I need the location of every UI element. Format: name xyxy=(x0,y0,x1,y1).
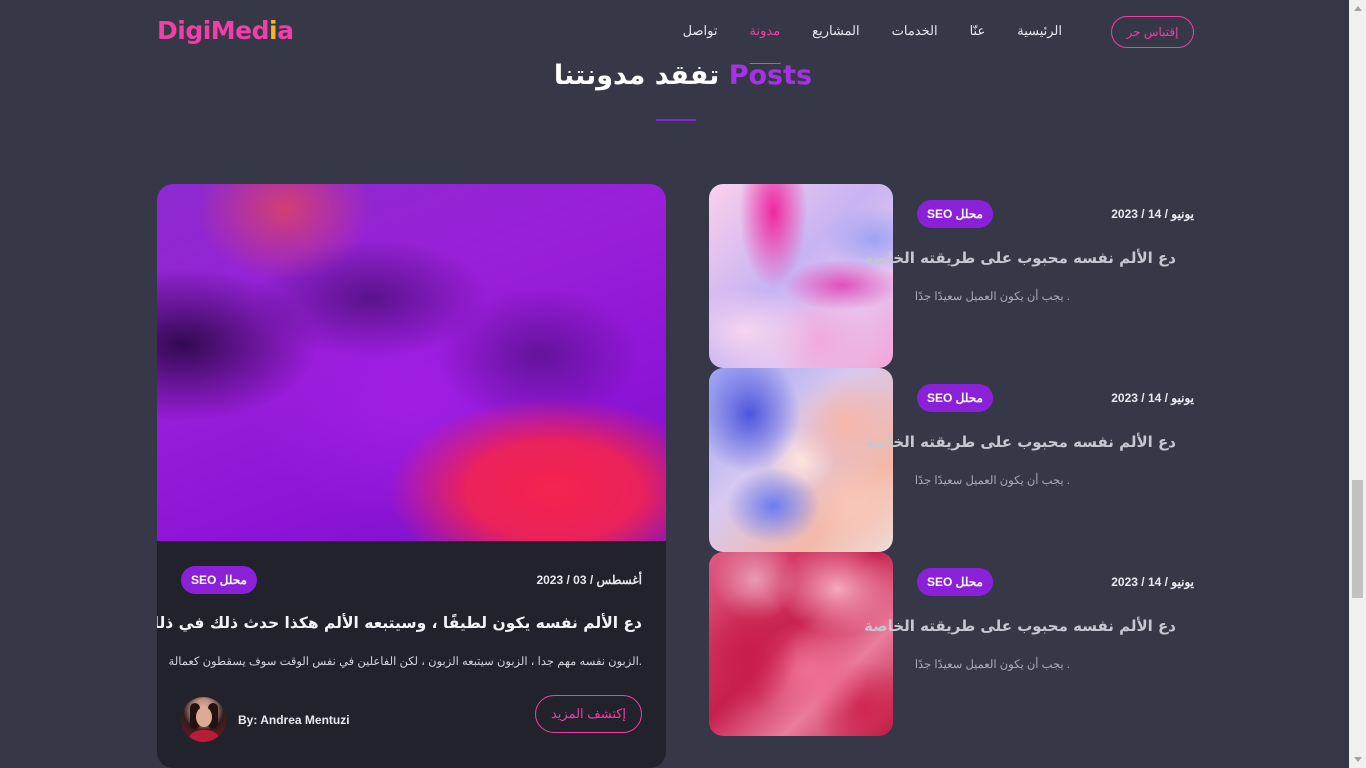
nav-item-home[interactable]: الرئيسية xyxy=(1017,0,1062,64)
featured-post-title[interactable]: دع الألم نفسه يكون لطيفًا ، وسيتبعه الأل… xyxy=(157,611,642,635)
brand-logo[interactable]: DigiMedia xyxy=(157,16,294,45)
site-header: DigiMedia الرئيسية عنّا الخدمات المشاريع… xyxy=(0,0,1366,64)
post-title[interactable]: دع الألم نفسه محبوب على طريقته الخاصة xyxy=(864,614,1176,638)
featured-meta-row: أغسطس / 03 / 2023 محلل SEO xyxy=(181,566,642,594)
scroll-down-arrow-icon[interactable] xyxy=(1349,751,1366,768)
author-name: By: Andrea Mentuzi xyxy=(238,712,350,727)
post-description: . يجب أن يكون العميل سعيدًا جدًا xyxy=(914,659,1070,671)
post-meta-row: يونيو / 14 / 2023 محلل SEO xyxy=(917,568,1194,596)
free-quote-button[interactable]: إقتباس حر xyxy=(1111,16,1194,48)
category-badge[interactable]: محلل SEO xyxy=(181,566,257,594)
post-description: . يجب أن يكون العميل سعيدًا جدًا xyxy=(914,291,1070,303)
post-meta-row: يونيو / 14 / 2023 محلل SEO xyxy=(917,384,1194,412)
section-title: Posts تفقد مدونتنا xyxy=(0,60,1366,91)
featured-post-description: .الزبون نفسه مهم جدا ، الزبون سيتبعه الز… xyxy=(168,656,642,668)
post-image[interactable] xyxy=(709,184,893,368)
post-date: يونيو / 14 / 2023 xyxy=(1111,575,1194,589)
nav-item-contact[interactable]: تواصل xyxy=(683,0,718,64)
avatar xyxy=(181,697,226,742)
logo-accent-letter: i xyxy=(269,16,278,45)
post-item: يونيو / 14 / 2023 محلل SEO دع الألم نفسه… xyxy=(709,184,1194,368)
nav-item-projects[interactable]: المشاريع xyxy=(812,0,859,64)
post-date: يونيو / 14 / 2023 xyxy=(1111,207,1194,221)
page-scrollbar[interactable] xyxy=(1349,0,1366,768)
section-title-text: تفقد مدونتنا xyxy=(553,60,720,91)
featured-post-card: أغسطس / 03 / 2023 محلل SEO دع الألم نفسه… xyxy=(157,184,666,768)
read-more-button[interactable]: إكتشف المزيد xyxy=(535,695,642,733)
author-block: By: Andrea Mentuzi xyxy=(181,697,350,742)
nav-item-blog[interactable]: مدونة xyxy=(749,0,780,64)
scrollbar-thumb[interactable] xyxy=(1352,480,1363,598)
section-title-accent: Posts xyxy=(728,60,813,91)
nav-item-about[interactable]: عنّا xyxy=(970,0,986,64)
logo-text-start: DigiMed xyxy=(157,16,270,45)
post-image[interactable] xyxy=(709,552,893,736)
logo-text-end: a xyxy=(277,16,294,45)
post-image[interactable] xyxy=(709,368,893,552)
post-item: يونيو / 14 / 2023 محلل SEO دع الألم نفسه… xyxy=(709,552,1194,736)
scroll-up-arrow-icon[interactable] xyxy=(1349,0,1366,17)
post-title[interactable]: دع الألم نفسه محبوب على طريقته الخاصة xyxy=(864,246,1176,270)
post-date: أغسطس / 03 / 2023 xyxy=(536,573,642,587)
title-underline xyxy=(656,119,696,121)
post-meta-row: يونيو / 14 / 2023 محلل SEO xyxy=(917,200,1194,228)
category-badge[interactable]: محلل SEO xyxy=(917,200,993,228)
post-title[interactable]: دع الألم نفسه محبوب على طريقته الخاصة xyxy=(864,430,1176,454)
post-date: يونيو / 14 / 2023 xyxy=(1111,391,1194,405)
post-description: . يجب أن يكون العميل سعيدًا جدًا xyxy=(914,475,1070,487)
main-nav: الرئيسية عنّا الخدمات المشاريع مدونة توا… xyxy=(683,0,1062,64)
featured-post-body: أغسطس / 03 / 2023 محلل SEO دع الألم نفسه… xyxy=(157,541,666,768)
post-item: يونيو / 14 / 2023 محلل SEO دع الألم نفسه… xyxy=(709,368,1194,552)
category-badge[interactable]: محلل SEO xyxy=(917,384,993,412)
featured-post-image[interactable] xyxy=(157,184,666,541)
category-badge[interactable]: محلل SEO xyxy=(917,568,993,596)
nav-item-services[interactable]: الخدمات xyxy=(892,0,938,64)
